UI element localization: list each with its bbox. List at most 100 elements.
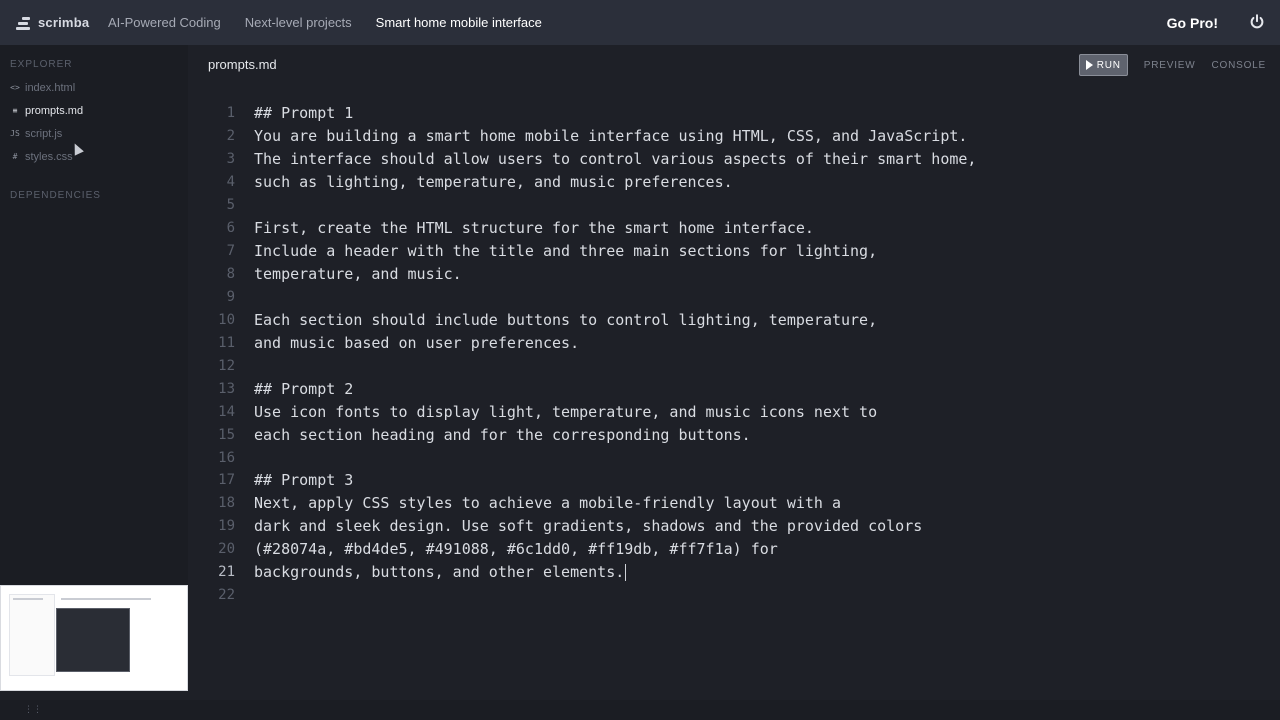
code-line[interactable]: 13 ## Prompt 2 bbox=[188, 377, 1280, 400]
code-line-text: and music based on user preferences. bbox=[254, 333, 580, 352]
run-label: RUN bbox=[1096, 59, 1121, 71]
code-line[interactable]: 3 The interface should allow users to con… bbox=[188, 148, 1280, 171]
code-editor[interactable]: 1 ## Prompt 1 2 You are building a smart ho… bbox=[188, 102, 1280, 607]
code-line[interactable]: 12 bbox=[188, 354, 1280, 377]
js-file-icon: JS bbox=[10, 129, 20, 138]
power-icon[interactable] bbox=[1248, 13, 1266, 31]
scrimba-logo-icon bbox=[16, 16, 30, 30]
file-name: index.html bbox=[25, 81, 76, 94]
brand-name: scrimba bbox=[38, 15, 90, 30]
code-line-text: Each section should include buttons to c… bbox=[254, 310, 878, 329]
code-line[interactable]: 18 Next, apply CSS styles to achieve a mo… bbox=[188, 492, 1280, 515]
code-line[interactable]: 5 bbox=[188, 194, 1280, 217]
line-number: 8 bbox=[226, 266, 235, 283]
explorer-title: EXPLORER bbox=[10, 59, 73, 70]
run-button[interactable]: RUN bbox=[1078, 54, 1128, 76]
thumbnail-line bbox=[61, 598, 151, 600]
line-number: 5 bbox=[226, 197, 235, 214]
code-line-text: Use icon fonts to display light, tempera… bbox=[254, 402, 878, 421]
preview-button[interactable]: PREVIEW bbox=[1144, 60, 1196, 71]
file-item-index-html[interactable]: <> index.html bbox=[0, 76, 188, 99]
status-bar: ⋮⋮ bbox=[0, 700, 1280, 720]
code-line[interactable]: 15 each section heading and for the corre… bbox=[188, 423, 1280, 446]
code-line[interactable]: 6 First, create the HTML structure for th… bbox=[188, 217, 1280, 240]
line-number: 2 bbox=[226, 128, 235, 145]
top-bar: scrimba AI-Powered Coding Next-level pro… bbox=[0, 0, 1280, 45]
line-number: 11 bbox=[218, 334, 235, 351]
thumbnail-line bbox=[13, 598, 43, 600]
line-number: 22 bbox=[218, 587, 235, 604]
code-line[interactable]: 9 bbox=[188, 286, 1280, 309]
video-thumbnail[interactable] bbox=[0, 585, 188, 691]
css-file-icon: # bbox=[12, 152, 18, 161]
file-name: styles.css bbox=[25, 150, 73, 163]
code-line-text: Include a header with the title and thre… bbox=[254, 242, 878, 261]
line-number: 1 bbox=[226, 105, 235, 122]
code-line-text: backgrounds, buttons, and other elements… bbox=[254, 563, 627, 582]
code-line-text: ## Prompt 2 bbox=[254, 379, 354, 398]
markdown-file-icon: ≡ bbox=[12, 106, 18, 115]
dependencies-title[interactable]: DEPENDENCIES bbox=[10, 190, 188, 201]
code-line[interactable]: 7 Include a header with the title and thr… bbox=[188, 240, 1280, 263]
code-line[interactable]: 4 such as lighting, temperature, and musi… bbox=[188, 171, 1280, 194]
html-file-icon: <> bbox=[10, 83, 20, 92]
editor: prompts.md RUN PREVIEW CONSOLE 1 ## Promp… bbox=[188, 45, 1280, 685]
line-number: 17 bbox=[218, 472, 235, 489]
code-line[interactable]: 11 and music based on user preferences. bbox=[188, 331, 1280, 354]
code-line-text: such as lighting, temperature, and music… bbox=[254, 173, 733, 192]
code-line[interactable]: 10 Each section should include buttons to… bbox=[188, 308, 1280, 331]
line-number: 14 bbox=[218, 403, 235, 420]
code-line[interactable]: 20 (#28074a, #bd4de5, #491088, #6c1dd0, #… bbox=[188, 538, 1280, 561]
line-number: 16 bbox=[218, 449, 235, 466]
file-item-script-js[interactable]: JS script.js bbox=[0, 122, 188, 145]
code-line-text: Next, apply CSS styles to achieve a mobi… bbox=[254, 494, 841, 513]
breadcrumb-module[interactable]: Next-level projects bbox=[245, 15, 352, 30]
breadcrumb-course[interactable]: AI-Powered Coding bbox=[108, 15, 221, 30]
code-line[interactable]: 1 ## Prompt 1 bbox=[188, 102, 1280, 125]
code-line-text: The interface should allow users to cont… bbox=[254, 150, 977, 169]
file-item-styles-css[interactable]: # styles.css bbox=[0, 145, 188, 168]
code-line[interactable]: 21 backgrounds, buttons, and other elemen… bbox=[188, 561, 1280, 584]
play-icon bbox=[1085, 60, 1093, 70]
code-line[interactable]: 16 bbox=[188, 446, 1280, 469]
line-number: 15 bbox=[218, 426, 235, 443]
console-button[interactable]: CONSOLE bbox=[1211, 60, 1266, 71]
line-number: 18 bbox=[218, 495, 235, 512]
file-item-prompts-md[interactable]: ≡ prompts.md bbox=[0, 99, 188, 122]
code-line-text: (#28074a, #bd4de5, #491088, #6c1dd0, #ff… bbox=[254, 540, 778, 559]
code-line-text: You are building a smart home mobile int… bbox=[254, 127, 968, 146]
file-list: <> index.html ≡ prompts.md JS script.js … bbox=[0, 76, 188, 168]
breadcrumb: AI-Powered Coding Next-level projects Sm… bbox=[108, 15, 542, 30]
line-number: 21 bbox=[218, 564, 235, 581]
line-number: 19 bbox=[218, 518, 235, 535]
grid-icon[interactable]: ⋮⋮ bbox=[24, 704, 42, 715]
line-number: 6 bbox=[226, 220, 235, 237]
editor-filename: prompts.md bbox=[208, 56, 277, 72]
code-line[interactable]: 2 You are building a smart home mobile in… bbox=[188, 125, 1280, 148]
line-number: 10 bbox=[218, 311, 235, 328]
code-line-text: ## Prompt 3 bbox=[254, 471, 354, 490]
line-number: 4 bbox=[226, 174, 235, 191]
brand[interactable]: scrimba bbox=[16, 15, 106, 30]
line-number: 3 bbox=[226, 151, 235, 168]
code-line[interactable]: 22 bbox=[188, 584, 1280, 607]
code-line-text: each section heading and for the corresp… bbox=[254, 425, 751, 444]
code-line[interactable]: 17 ## Prompt 3 bbox=[188, 469, 1280, 492]
text-caret bbox=[625, 564, 627, 582]
code-line-text: temperature, and music. bbox=[254, 265, 462, 284]
file-name: prompts.md bbox=[25, 104, 84, 117]
breadcrumb-lesson[interactable]: Smart home mobile interface bbox=[376, 15, 542, 30]
code-line-text: dark and sleek design. Use soft gradient… bbox=[254, 517, 923, 536]
code-line[interactable]: 19 dark and sleek design. Use soft gradie… bbox=[188, 515, 1280, 538]
go-pro-button[interactable]: Go Pro! bbox=[1167, 15, 1218, 31]
line-number: 20 bbox=[218, 541, 235, 558]
code-line[interactable]: 14 Use icon fonts to display light, tempe… bbox=[188, 400, 1280, 423]
code-line-text: First, create the HTML structure for the… bbox=[254, 219, 814, 238]
line-number: 12 bbox=[218, 357, 235, 374]
line-number: 13 bbox=[218, 380, 235, 397]
code-line[interactable]: 8 temperature, and music. bbox=[188, 263, 1280, 286]
editor-header: prompts.md RUN PREVIEW CONSOLE bbox=[188, 45, 1280, 83]
thumbnail-sidebar bbox=[9, 594, 55, 676]
code-line-text: ## Prompt 1 bbox=[254, 104, 354, 123]
thumbnail-screen bbox=[56, 608, 130, 672]
